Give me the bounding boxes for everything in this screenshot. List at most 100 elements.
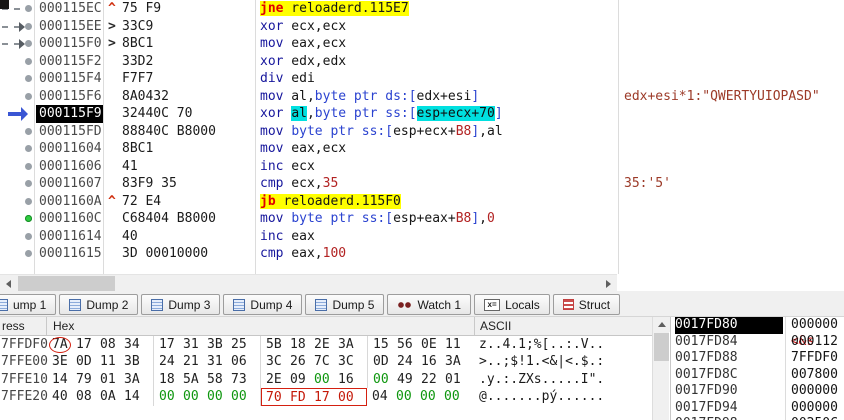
stack-row[interactable]: 0017FD84 <&s 000112 [671, 334, 844, 351]
disasm-row[interactable]: 000115FD 88840C B8000 mov byte ptr ss:[esp… [0, 123, 844, 141]
dump-row[interactable]: 7FFE10 14 79 01 3A 18 5A 58 73 2E 09 00 16 00 49 22 01 .y… [0, 370, 652, 389]
disasm-row[interactable]: 00011607 83F9 35 cmp ecx,35 35:'5' [0, 175, 844, 193]
hex-byte[interactable]: 40 [52, 388, 76, 405]
breakpoint-margin[interactable] [0, 18, 36, 36]
disasm-row[interactable]: 000115F4 F7F7 div edi [0, 70, 844, 88]
hex-byte[interactable]: 26 [290, 353, 314, 370]
breakpoint-margin[interactable] [0, 228, 36, 246]
disasm-row[interactable]: 000115F2 33D2 xor edx,edx [0, 53, 844, 71]
hex-byte[interactable]: 00 [420, 388, 444, 405]
dump-row[interactable]: 7FFE20 40 08 0A 14 00 00 00 00 70 FD 17 00 04 00 00 00 @.… [0, 388, 652, 406]
hex-byte[interactable]: 04 [372, 388, 396, 405]
disasm-row[interactable]: 00011614 40 inc eax [0, 228, 844, 246]
hex-byte[interactable]: 00 [444, 388, 468, 405]
disasm-row[interactable]: 0001160A ^ 72 E4 jb reloaderd.115F0 [0, 193, 844, 211]
bullet-icon[interactable] [25, 232, 32, 240]
dump-pane[interactable]: ress Hex ASCII 7FFDF0 7A 17 08 34 17 31 3B 25 5B 1… [0, 317, 652, 420]
breakpoint-margin[interactable] [0, 53, 36, 71]
breakpoint-margin[interactable] [0, 70, 36, 88]
breakpoint-margin[interactable] [0, 35, 36, 53]
breakpoint-margin[interactable] [0, 193, 36, 211]
disasm-row[interactable]: 000115F6 8A0432 mov al,byte ptr ds:[edx+es… [0, 88, 844, 106]
bullet-icon[interactable] [25, 75, 32, 82]
hex-byte[interactable]: 08 [76, 388, 100, 405]
breakpoint-margin[interactable] [0, 140, 36, 158]
hex-byte[interactable]: 0D [76, 353, 100, 370]
hex-byte[interactable]: 09 [290, 371, 314, 388]
hex-byte[interactable]: 00 [396, 388, 420, 405]
bullet-icon[interactable] [25, 92, 32, 100]
hex-byte[interactable]: 0D [373, 353, 397, 370]
hex-byte[interactable]: 5A [183, 371, 207, 388]
stack-row[interactable]: 0017FD80 000000 [671, 317, 844, 334]
hex-byte[interactable]: 3B [207, 336, 231, 353]
hex-byte[interactable]: 3C [338, 353, 362, 370]
hex-byte[interactable]: 49 [397, 371, 421, 388]
hex-byte[interactable]: 2E [266, 371, 290, 388]
bullet-icon[interactable] [25, 250, 32, 257]
hex-byte[interactable]: 00 [231, 388, 255, 405]
breakpoint-margin[interactable] [0, 175, 36, 193]
disasm-row[interactable]: 00011604 8BC1 mov eax,ecx [0, 140, 844, 158]
hex-byte[interactable]: 11 [445, 336, 469, 353]
stack-row[interactable]: 0017FD94 000000 [671, 400, 844, 417]
hex-byte[interactable]: 0A [100, 388, 124, 405]
bullet-icon[interactable] [25, 180, 32, 187]
hex-byte[interactable]: 5B [266, 336, 290, 353]
bullet-icon[interactable] [25, 145, 32, 152]
hex-byte[interactable]: 3A [445, 353, 469, 370]
hex-byte[interactable]: 56 [397, 336, 421, 353]
tab-dump-4[interactable]: Dump 4 [223, 294, 303, 315]
hex-byte[interactable]: 0E [421, 336, 445, 353]
hex-byte[interactable]: 17 [314, 389, 338, 405]
hex-byte[interactable]: 31 [183, 336, 207, 353]
hex-byte[interactable]: 15 [373, 336, 397, 353]
hex-byte[interactable]: 14 [52, 371, 76, 388]
hex-byte[interactable]: 24 [159, 353, 183, 370]
hex-byte[interactable]: 3E [52, 353, 76, 370]
hex-byte[interactable]: FD [290, 389, 314, 405]
hex-byte[interactable]: 01 [100, 371, 124, 388]
disasm-row[interactable]: 0001160C C68404 B8000 mov byte ptr ss:[esp… [0, 210, 844, 228]
hex-byte[interactable]: 00 [314, 371, 338, 388]
hex-byte[interactable]: 11 [100, 353, 124, 370]
stack-row[interactable]: 0017FD98 00250C [671, 416, 844, 420]
breakpoint-margin[interactable] [0, 210, 36, 228]
hex-byte[interactable]: 00 [183, 388, 207, 405]
hex-byte[interactable]: 70 [266, 389, 290, 405]
scroll-left-button[interactable] [0, 275, 17, 292]
scroll-up-button[interactable] [653, 317, 670, 332]
hex-byte[interactable]: 3B [124, 353, 148, 370]
hex-byte[interactable]: 21 [183, 353, 207, 370]
tab-dump-3[interactable]: Dump 3 [141, 294, 221, 315]
hex-byte[interactable]: 3A [338, 336, 362, 353]
dump-row[interactable]: 7FFDF0 7A 17 08 34 17 31 3B 25 5B 18 2E 3A 15 56 0E 11 z.… [0, 336, 652, 354]
hex-byte[interactable]: 22 [421, 371, 445, 388]
breakpoint-margin[interactable] [0, 158, 36, 176]
bullet-icon[interactable] [25, 127, 32, 135]
breakpoint-margin[interactable] [0, 105, 36, 123]
hex-byte[interactable]: 58 [207, 371, 231, 388]
tab-dump-5[interactable]: Dump 5 [305, 294, 385, 315]
hex-byte[interactable]: 7A [49, 336, 76, 354]
hex-byte[interactable]: 16 [421, 353, 445, 370]
hex-byte[interactable]: 18 [159, 371, 183, 388]
hex-byte[interactable]: 14 [124, 388, 148, 405]
tab-locals[interactable]: x= Locals [474, 294, 550, 315]
breakpoint-margin[interactable] [0, 245, 36, 263]
breakpoint-icon[interactable] [25, 215, 32, 222]
tab-dump-2[interactable]: Dump 2 [59, 294, 139, 315]
hex-byte[interactable]: 24 [397, 353, 421, 370]
hex-byte[interactable]: 08 [100, 336, 124, 353]
hex-byte[interactable]: 73 [231, 371, 255, 388]
bullet-icon[interactable] [25, 22, 32, 30]
breakpoint-margin[interactable] [0, 88, 36, 106]
stack-row[interactable]: 0017FD8C 007800 [671, 367, 844, 384]
hex-byte[interactable]: 79 [76, 371, 100, 388]
dump-scrollbar-thumb[interactable] [654, 333, 669, 361]
hex-byte[interactable]: 01 [445, 371, 469, 388]
tab-watch-1[interactable]: Watch 1 [387, 294, 472, 315]
hex-byte[interactable]: 00 [207, 388, 231, 405]
tab-struct[interactable]: Struct [552, 294, 621, 315]
hex-byte[interactable]: 00 [373, 371, 397, 388]
